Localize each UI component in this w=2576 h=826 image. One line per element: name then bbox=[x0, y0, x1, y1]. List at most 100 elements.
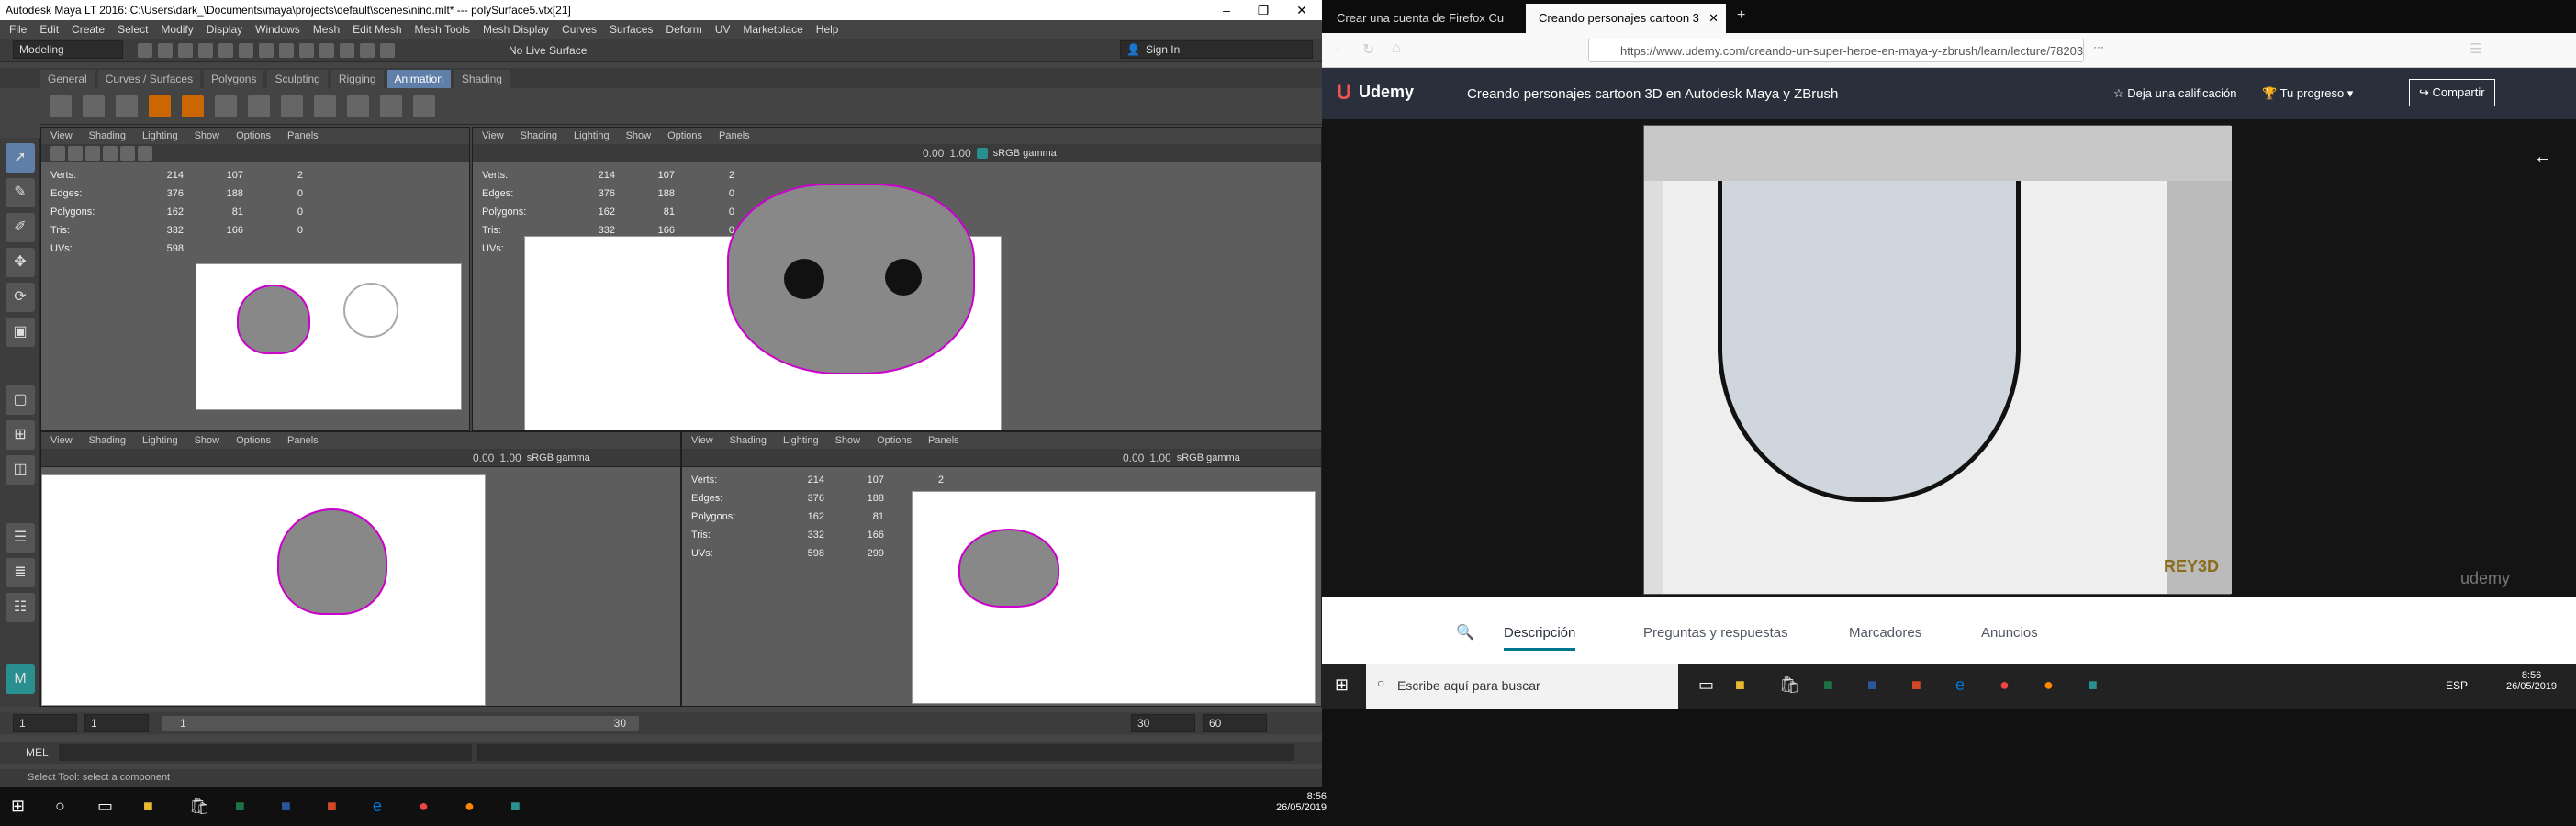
menu-item[interactable]: Edit bbox=[39, 23, 59, 36]
language-indicator[interactable]: ESP bbox=[2446, 679, 2468, 692]
view-transform-select[interactable]: sRGB gamma bbox=[1177, 452, 1240, 463]
task-view-icon[interactable]: ▭ bbox=[1698, 675, 1714, 695]
mel-input[interactable] bbox=[59, 744, 472, 761]
menu-item[interactable]: Select bbox=[118, 23, 148, 36]
shelf-tool-icon[interactable] bbox=[248, 95, 270, 117]
open-scene-icon[interactable] bbox=[158, 43, 173, 58]
url-bar[interactable]: https://www.udemy.com/creando-un-super-h… bbox=[1588, 39, 2084, 62]
panel-menu-item[interactable]: Show bbox=[195, 435, 220, 446]
store-icon[interactable]: 🛍 bbox=[1779, 675, 1800, 695]
sidebar-toggle-icon[interactable]: ← bbox=[2534, 147, 2552, 168]
snap-grid-icon[interactable] bbox=[299, 43, 314, 58]
isolate-icon[interactable] bbox=[138, 146, 152, 161]
panel-menu-item[interactable]: View bbox=[691, 435, 713, 446]
snap-surface-icon[interactable] bbox=[380, 43, 395, 58]
panel-menu-item[interactable]: Show bbox=[626, 130, 652, 141]
panel-menu-item[interactable]: Lighting bbox=[142, 130, 178, 141]
panel-menu-item[interactable]: Options bbox=[236, 130, 271, 141]
four-view-icon[interactable]: ⊞ bbox=[6, 420, 35, 450]
menu-item[interactable]: Marketplace bbox=[743, 23, 802, 36]
panel-menu-item[interactable]: View bbox=[50, 435, 73, 446]
menu-item[interactable]: Modify bbox=[161, 23, 193, 36]
new-tab-button[interactable]: + bbox=[1737, 7, 1745, 24]
gamma-field[interactable]: 1.00 bbox=[499, 452, 521, 464]
menu-item[interactable]: UV bbox=[715, 23, 731, 36]
range-slider-bar[interactable]: 1 30 bbox=[162, 716, 639, 731]
edge-icon[interactable]: e bbox=[1955, 675, 1965, 695]
select-object-icon[interactable] bbox=[259, 43, 274, 58]
progress-button[interactable]: 🏆 Tu progreso ▾ bbox=[2262, 86, 2353, 101]
redo-icon[interactable] bbox=[218, 43, 233, 58]
viewport-bottom-right[interactable]: View Shading Lighting Show Options Panels 0.0… bbox=[681, 431, 1322, 707]
word-icon[interactable]: ■ bbox=[1867, 675, 1877, 695]
head-mesh-selection[interactable] bbox=[727, 184, 975, 374]
panel-menu-item[interactable]: Shading bbox=[521, 130, 557, 141]
task-view-icon[interactable]: ▭ bbox=[97, 797, 113, 816]
xray-icon[interactable] bbox=[120, 146, 135, 161]
gamma-field[interactable]: 1.00 bbox=[1149, 452, 1170, 464]
undo-icon[interactable] bbox=[198, 43, 213, 58]
select-tool-icon[interactable]: ➚ bbox=[6, 143, 35, 173]
panel-menu-item[interactable]: Panels bbox=[287, 130, 319, 141]
powerpoint-icon[interactable]: ■ bbox=[327, 797, 337, 816]
view-transform-select[interactable]: sRGB gamma bbox=[993, 148, 1057, 159]
shelf-tab[interactable]: Curves / Surfaces bbox=[97, 70, 201, 88]
tab-preguntas[interactable]: Preguntas y respuestas bbox=[1643, 625, 1788, 641]
search-icon[interactable]: 🔍 bbox=[1456, 623, 1474, 642]
menu-item[interactable]: Display bbox=[207, 23, 242, 36]
file-explorer-icon[interactable]: ■ bbox=[1735, 675, 1745, 695]
word-icon[interactable]: ■ bbox=[281, 797, 291, 816]
shelf-tool-icon[interactable] bbox=[50, 95, 72, 117]
udemy-logo-icon[interactable]: U bbox=[1337, 81, 1351, 105]
maya-task-icon[interactable]: ■ bbox=[510, 797, 521, 816]
exposure-field[interactable]: 0.00 bbox=[473, 452, 494, 464]
panel-menu-item[interactable]: View bbox=[50, 130, 73, 141]
viewport-canvas[interactable] bbox=[41, 467, 680, 706]
tab-close-icon[interactable]: ✕ bbox=[1708, 11, 1719, 26]
select-component-icon[interactable] bbox=[279, 43, 294, 58]
panel-menu-item[interactable]: Panels bbox=[719, 130, 750, 141]
home-icon[interactable]: ⌂ bbox=[1392, 40, 1401, 57]
rate-button[interactable]: ☆ Deja una calificación bbox=[2113, 86, 2237, 101]
menu-item[interactable]: Curves bbox=[562, 23, 597, 36]
shelf-tab[interactable]: Animation bbox=[386, 70, 451, 88]
wireframe-icon[interactable] bbox=[68, 146, 83, 161]
shelf-tool-icon[interactable] bbox=[413, 95, 435, 117]
firefox-icon[interactable]: ● bbox=[2044, 675, 2054, 695]
viewport-canvas[interactable]: Verts: 214 107 2 Edges: 376 188 2 Polygons: 162 81… bbox=[682, 467, 1321, 706]
excel-icon[interactable]: ■ bbox=[235, 797, 245, 816]
sign-in-button[interactable]: 👤 Sign In bbox=[1120, 40, 1313, 59]
side-by-side-icon[interactable]: ◫ bbox=[6, 455, 35, 485]
panel-menu-item[interactable]: Options bbox=[877, 435, 912, 446]
scale-tool-icon[interactable]: ▣ bbox=[6, 318, 35, 347]
menu-item[interactable]: Windows bbox=[255, 23, 300, 36]
panel-menu-item[interactable]: View bbox=[482, 130, 504, 141]
shelf-tab[interactable]: Rigging bbox=[330, 70, 384, 88]
shelf-tool-icon[interactable] bbox=[314, 95, 336, 117]
reload-icon[interactable]: ↻ bbox=[1362, 40, 1374, 59]
snap-point-icon[interactable] bbox=[340, 43, 354, 58]
viewport-canvas[interactable]: Verts: 214 107 2 Edges: 376 188 0 Polygons: 162 81… bbox=[473, 162, 1321, 430]
clock[interactable]: 8:56 26/05/2019 bbox=[2506, 670, 2557, 692]
viewport-bottom-left[interactable]: View Shading Lighting Show Options Panels 0.0… bbox=[40, 431, 681, 707]
lasso-tool-icon[interactable]: ✎ bbox=[6, 178, 35, 207]
head-mesh-selection[interactable] bbox=[277, 508, 387, 615]
tab-descripcion[interactable]: Descripción bbox=[1504, 625, 1576, 651]
color-mgmt-icon[interactable] bbox=[976, 148, 988, 159]
tab-udemy[interactable]: Creando personajes cartoon 3 ✕ bbox=[1526, 4, 1726, 33]
paint-select-icon[interactable]: ✐ bbox=[6, 213, 35, 242]
panel-menu-item[interactable]: Panels bbox=[287, 435, 319, 446]
chrome-icon[interactable]: ● bbox=[419, 797, 429, 816]
shelf-tool-icon[interactable] bbox=[149, 95, 171, 117]
outliner-layout-icon[interactable]: ☰ bbox=[6, 523, 35, 553]
panel-menu-item[interactable]: Lighting bbox=[142, 435, 178, 446]
start-time-field[interactable]: 1 bbox=[13, 714, 77, 732]
shelf-tab[interactable]: Sculpting bbox=[267, 70, 328, 88]
shelf-tool-icon[interactable] bbox=[281, 95, 303, 117]
panel-menu-item[interactable]: Options bbox=[667, 130, 702, 141]
chrome-icon[interactable]: ● bbox=[1999, 675, 2010, 695]
minimize-button[interactable]: – bbox=[1208, 0, 1245, 20]
share-button[interactable]: ↪ Compartir bbox=[2409, 79, 2495, 106]
udemy-brand[interactable]: Udemy bbox=[1359, 83, 1414, 102]
panel-menu-item[interactable]: Show bbox=[835, 435, 861, 446]
